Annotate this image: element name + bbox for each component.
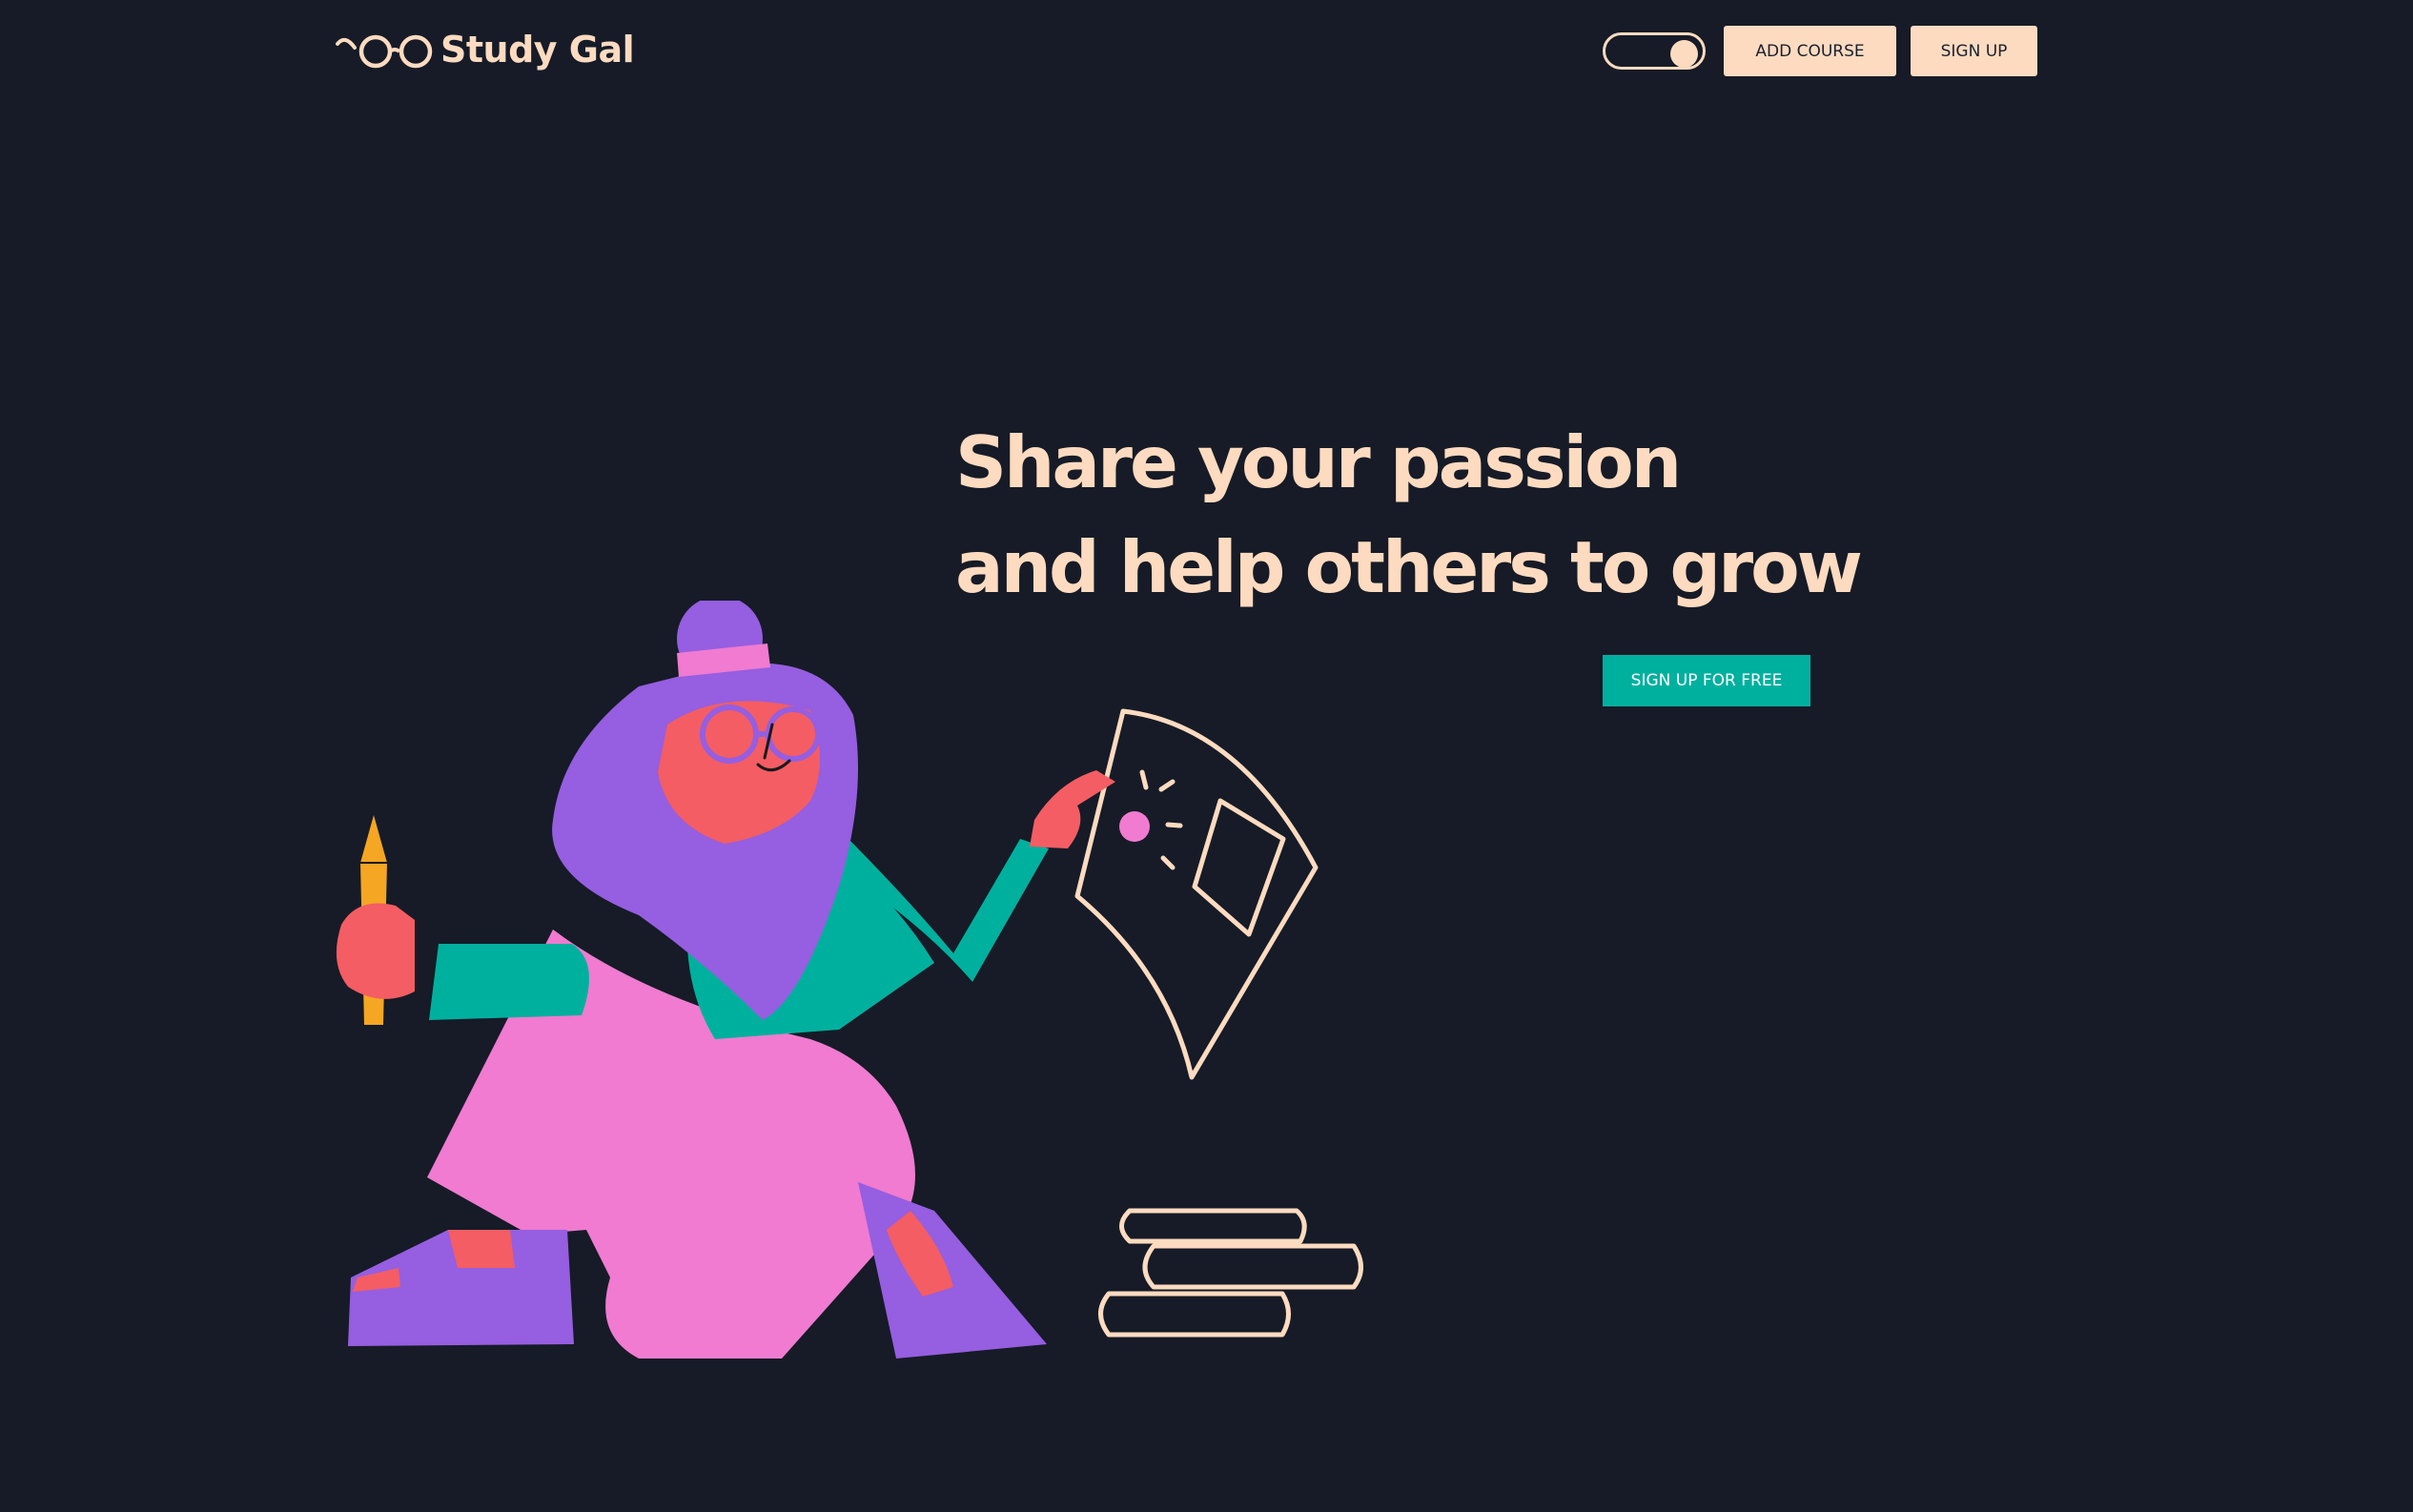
brand-logo[interactable]: Study Gal (336, 23, 635, 76)
books-stack-icon (1098, 1208, 1363, 1338)
toggle-knob (1670, 40, 1698, 68)
sign-up-button[interactable]: SIGN UP (1911, 26, 2037, 76)
glasses-logo-icon (336, 34, 433, 69)
hero-title-line1: Share your passion (955, 420, 1682, 504)
hero-title: Share your passion and help others to gr… (955, 410, 1863, 620)
brand-name: Study Gal (440, 29, 635, 71)
add-course-button[interactable]: ADD COURSE (1724, 26, 1896, 76)
theme-toggle[interactable] (1603, 32, 1706, 70)
paper-sheet-icon (1074, 708, 1319, 1080)
sign-up-free-button[interactable]: SIGN UP FOR FREE (1603, 655, 1810, 706)
woman-with-pencil-illustration (336, 601, 1363, 1359)
